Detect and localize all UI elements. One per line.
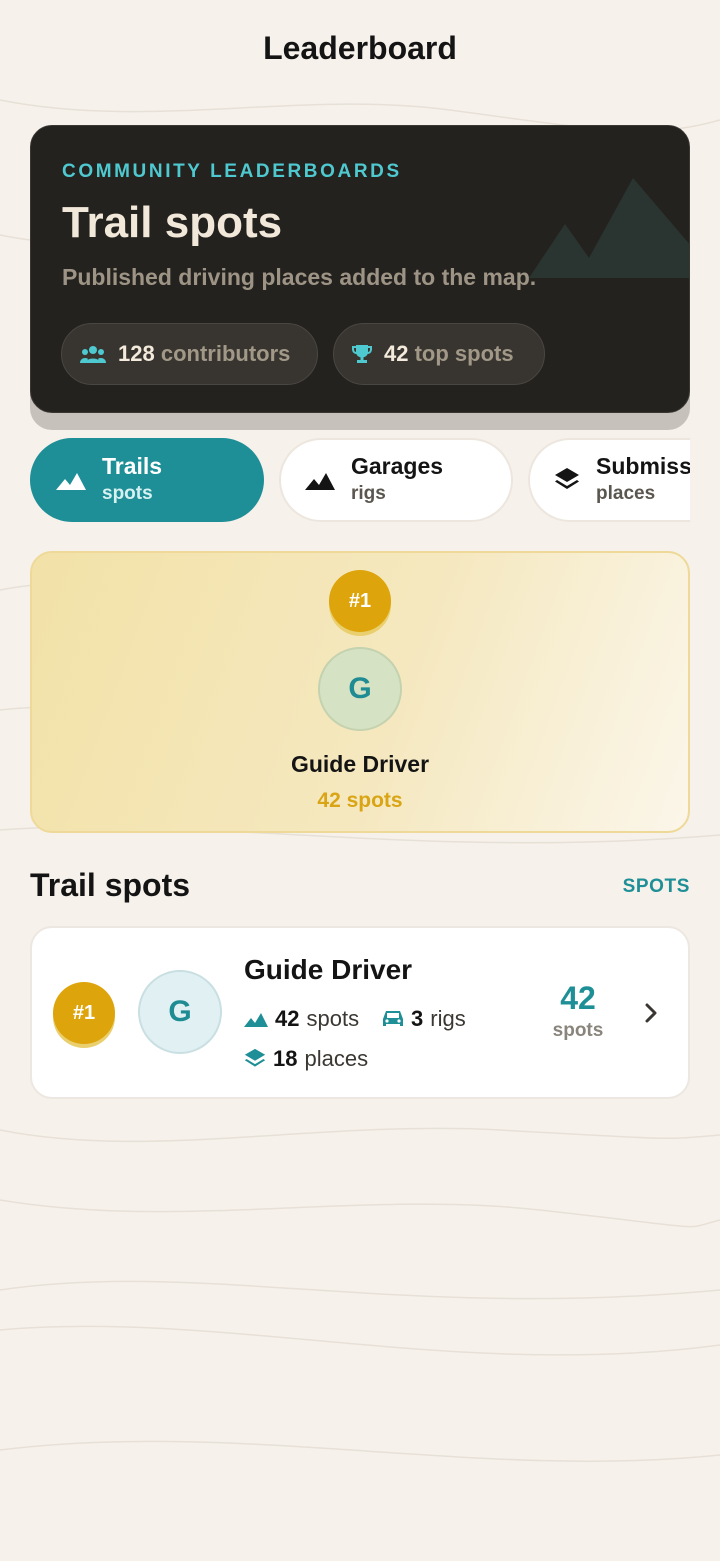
top-spots-label: top spots	[414, 341, 514, 366]
tab-garages-subtitle: rigs	[351, 483, 386, 504]
podium-score: 42 spots	[317, 789, 403, 812]
layers-icon	[244, 1048, 266, 1067]
row-score: 42 spots	[538, 978, 618, 1044]
row-name: Guide Driver	[244, 954, 413, 985]
places-value: 18	[273, 1046, 298, 1071]
trophy-icon	[352, 345, 372, 363]
hero-title: Trail spots	[62, 198, 283, 247]
rank-badge: #1	[53, 982, 115, 1044]
spots-value: 42	[275, 1006, 300, 1031]
spots-stat: 42 spots	[244, 1006, 359, 1032]
places-stat: 18 places	[244, 1046, 368, 1072]
category-tabs: Trails spots Garages rigs Submiss places	[30, 438, 690, 522]
score-value: 42	[560, 980, 596, 1016]
hero-kicker: COMMUNITY LEADERBOARDS	[62, 161, 402, 182]
top-contributor-podium[interactable]: #1 G Guide Driver 42 spots	[30, 551, 690, 833]
sort-spots-link[interactable]: SPOTS	[623, 876, 690, 898]
tab-garages[interactable]: Garages rigs	[279, 438, 513, 522]
car-icon	[383, 1011, 403, 1026]
mountain-icon	[305, 473, 335, 490]
mountain-watermark-icon	[529, 178, 689, 278]
hero-subtitle: Published driving places added to the ma…	[62, 264, 537, 290]
mountain-icon	[244, 1013, 268, 1027]
places-label: places	[304, 1046, 369, 1071]
tab-trails[interactable]: Trails spots	[30, 438, 264, 522]
podium-name: Guide Driver	[290, 751, 430, 777]
top-spots-pill: 42 top spots	[333, 323, 545, 385]
page-title: Leaderboard	[263, 30, 457, 66]
rigs-label: rigs	[430, 1006, 466, 1031]
rigs-value: 3	[411, 1006, 424, 1031]
tab-garages-title: Garages	[351, 453, 444, 479]
mountain-icon	[56, 473, 86, 490]
tab-submissions-title: Submiss	[596, 453, 690, 479]
tab-submissions-subtitle: places	[596, 483, 656, 504]
leaderboard-row[interactable]: #1 G Guide Driver 42 spots 3 rigs 18 pla…	[30, 926, 690, 1099]
people-icon	[80, 346, 106, 363]
top-spots-count: 42	[384, 341, 409, 366]
hero-card: COMMUNITY LEADERBOARDS Trail spots Publi…	[30, 125, 690, 413]
contributors-label: contributors	[160, 341, 291, 366]
section-title: Trail spots	[30, 867, 191, 903]
chevron-right-icon[interactable]	[644, 1002, 658, 1024]
tab-submissions[interactable]: Submiss places	[528, 438, 690, 522]
contributors-pill: 128 contributors	[61, 323, 318, 385]
score-label: spots	[552, 1020, 604, 1041]
tab-trails-subtitle: spots	[102, 483, 153, 504]
layers-icon	[555, 468, 579, 489]
rank-badge: #1	[329, 570, 391, 632]
spots-label: spots	[306, 1006, 360, 1031]
avatar: G	[138, 970, 222, 1054]
tab-trails-title: Trails	[102, 453, 163, 479]
contributors-count: 128	[118, 341, 155, 366]
avatar: G	[318, 647, 402, 731]
rigs-stat: 3 rigs	[382, 1006, 466, 1032]
